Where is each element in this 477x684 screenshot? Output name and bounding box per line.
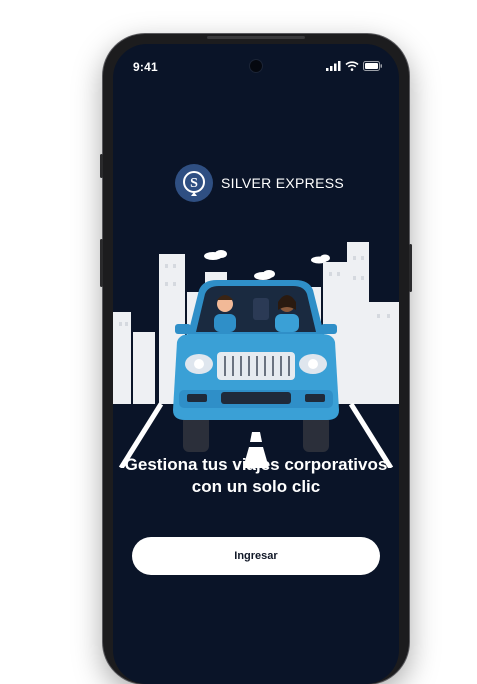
- brand-logo: S SILVER EXPRESS: [175, 164, 344, 202]
- headline-text: Gestiona tus viajes corporativos con un …: [124, 455, 388, 496]
- side-button-left-top: [100, 154, 103, 178]
- side-button-left: [100, 239, 103, 287]
- front-camera: [250, 60, 262, 72]
- earpiece-slot: [207, 36, 305, 39]
- logo-pin-icon: S: [175, 164, 213, 202]
- brand-name: SILVER EXPRESS: [221, 175, 344, 191]
- phone-frame: 9:41 S SILVER EXPRESS Gestiona tus viaje…: [100, 34, 412, 684]
- battery-icon: [363, 61, 382, 71]
- status-icons: [326, 61, 383, 71]
- app-screen: 9:41 S SILVER EXPRESS Gestiona tus viaje…: [113, 44, 399, 684]
- side-button-right: [409, 244, 412, 292]
- car-illustration: [113, 242, 399, 470]
- signal-icon: [326, 61, 341, 71]
- svg-text:S: S: [190, 176, 198, 191]
- wifi-icon: [345, 61, 359, 71]
- status-bar: 9:41: [113, 44, 399, 84]
- status-time: 9:41: [133, 60, 158, 74]
- login-button[interactable]: Ingresar: [132, 537, 380, 575]
